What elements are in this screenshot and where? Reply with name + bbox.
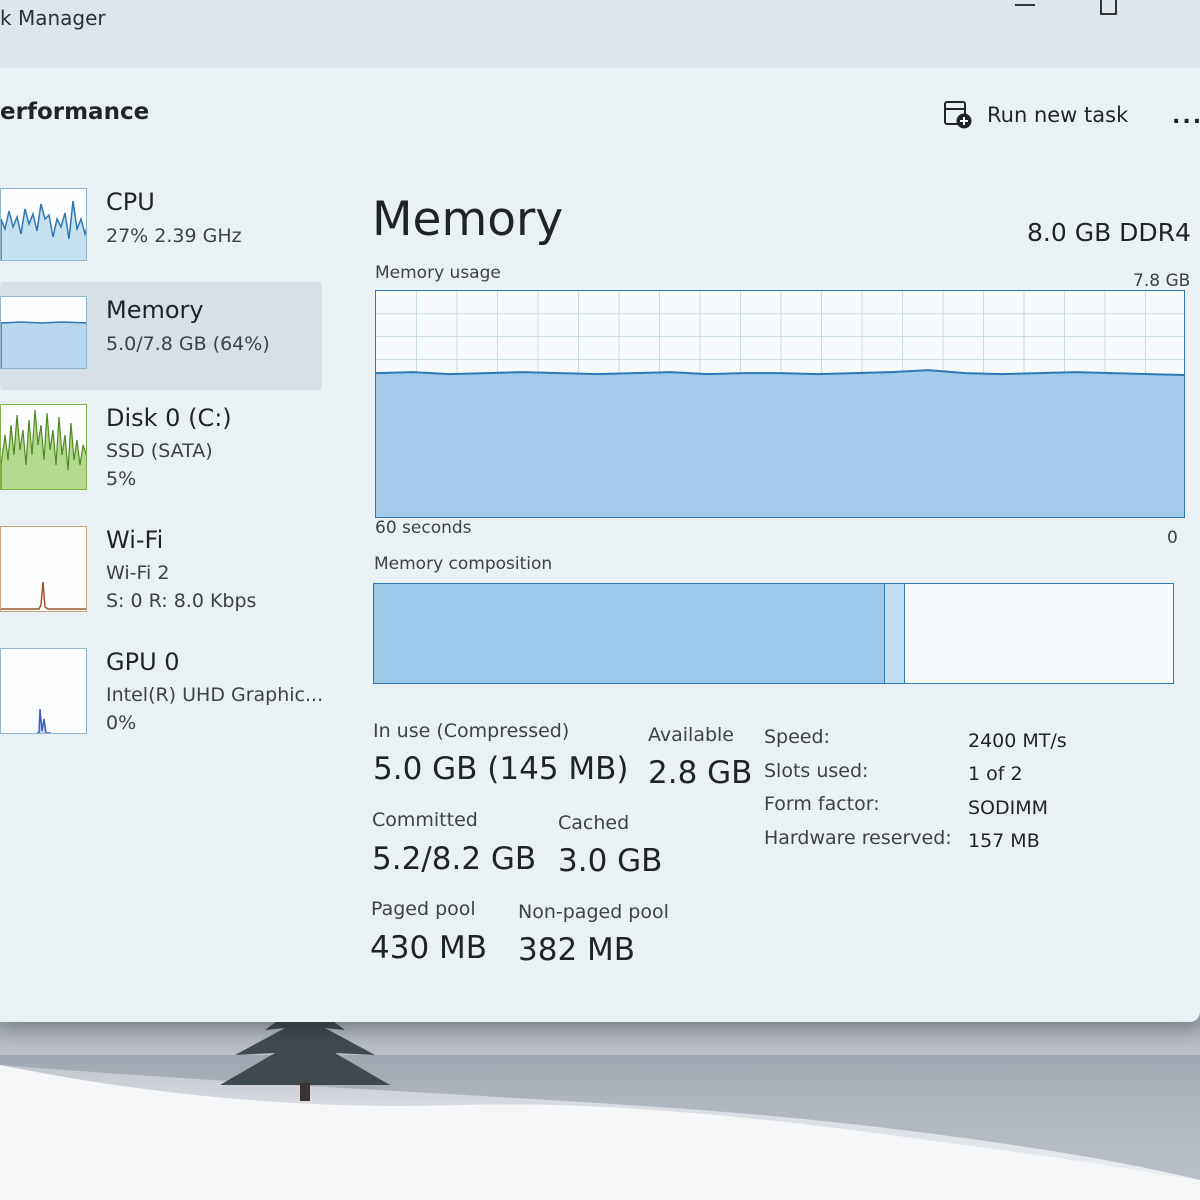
available-value: 2.8 GB (648, 755, 753, 791)
memory-spec: 8.0 GB DDR4 (1027, 218, 1191, 247)
sidebar-item-memory-name: Memory (106, 296, 204, 324)
run-new-task-button[interactable]: Run new task (943, 100, 1128, 130)
wifi-thumbnail-graph (0, 526, 87, 612)
slots-used-value: 1 of 2 (968, 763, 1023, 785)
disk-thumbnail-graph (0, 404, 87, 490)
memory-composition-bar (373, 583, 1174, 684)
form-factor-value: SODIMM (968, 797, 1049, 819)
sidebar-item-memory-detail: 5.0/7.8 GB (64%) (106, 333, 270, 355)
committed-value: 5.2/8.2 GB (372, 841, 537, 877)
memory-usage-label: Memory usage (375, 263, 501, 283)
paged-pool-label: Paged pool (371, 898, 476, 920)
run-new-task-label: Run new task (987, 103, 1129, 127)
sidebar-item-gpu[interactable]: GPU 0 Intel(R) UHD Graphic... 0% (0, 646, 324, 746)
memory-usage-chart (376, 291, 1184, 517)
form-factor-label: Form factor: (764, 793, 880, 815)
sidebar-item-cpu[interactable]: CPU 27% 2.39 GHz (0, 180, 322, 270)
sidebar-item-wifi-throughput: S: 0 R: 8.0 Kbps (106, 590, 257, 612)
sidebar-item-disk[interactable]: Disk 0 (C:) SSD (SATA) 5% (0, 402, 322, 502)
time-end-label: 0 (1167, 528, 1178, 548)
sidebar-item-gpu-usage: 0% (106, 712, 137, 734)
hardware-reserved-value: 157 MB (968, 830, 1040, 852)
task-manager-window: k Manager erformance Run new task ... CP… (0, 0, 1200, 1022)
non-paged-pool-value: 382 MB (518, 932, 636, 968)
sidebar-item-disk-type: SSD (SATA) (106, 440, 213, 462)
gpu-thumbnail-graph (0, 648, 87, 734)
in-use-value: 5.0 GB (145 MB) (373, 751, 629, 787)
memory-usage-max: 7.8 GB (1133, 271, 1191, 291)
cpu-thumbnail-graph (0, 188, 87, 261)
minimize-icon[interactable] (1015, 0, 1035, 6)
speed-value: 2400 MT/s (968, 730, 1067, 752)
sidebar-item-disk-name: Disk 0 (C:) (106, 404, 232, 432)
cached-value: 3.0 GB (558, 843, 663, 879)
non-paged-pool-label: Non-paged pool (518, 901, 669, 923)
committed-label: Committed (372, 809, 478, 831)
page-title: erformance (0, 99, 150, 125)
memory-title: Memory (372, 192, 564, 247)
sidebar-item-gpu-name: GPU 0 (106, 648, 180, 676)
available-label: Available (648, 724, 735, 746)
in-use-label: In use (Compressed) (373, 720, 570, 742)
sidebar-item-wifi[interactable]: Wi-Fi Wi-Fi 2 S: 0 R: 8.0 Kbps (0, 524, 322, 624)
sidebar-item-wifi-adapter: Wi-Fi 2 (106, 562, 170, 584)
cached-label: Cached (558, 812, 630, 834)
sidebar-item-gpu-model: Intel(R) UHD Graphic... (106, 684, 324, 706)
sidebar-item-cpu-name: CPU (106, 188, 155, 216)
snow-ridge-graphic (0, 1055, 1200, 1200)
memory-thumbnail-graph (0, 296, 87, 369)
title-bar: k Manager (0, 0, 1200, 68)
usage-area (376, 370, 1184, 517)
speed-label: Speed: (764, 726, 830, 748)
sidebar-item-disk-usage: 5% (106, 468, 137, 490)
memory-usage-graph (375, 290, 1185, 518)
more-options-button[interactable]: ... (1172, 104, 1200, 129)
sidebar-item-wifi-name: Wi-Fi (106, 526, 164, 554)
sidebar-item-memory[interactable]: Memory 5.0/7.8 GB (64%) (0, 282, 322, 390)
app-title: k Manager (0, 6, 106, 30)
slots-used-label: Slots used: (764, 760, 869, 782)
composition-in-use-segment (374, 584, 886, 683)
memory-composition-label: Memory composition (374, 554, 553, 574)
desktop-wallpaper (0, 995, 1200, 1200)
time-span-label: 60 seconds (375, 518, 472, 538)
run-task-icon (944, 101, 972, 129)
maximize-icon[interactable] (1100, 0, 1117, 15)
hardware-reserved-label: Hardware reserved: (764, 827, 952, 849)
sidebar-item-cpu-detail: 27% 2.39 GHz (106, 225, 242, 247)
composition-modified-segment (885, 584, 906, 683)
paged-pool-value: 430 MB (370, 930, 488, 966)
